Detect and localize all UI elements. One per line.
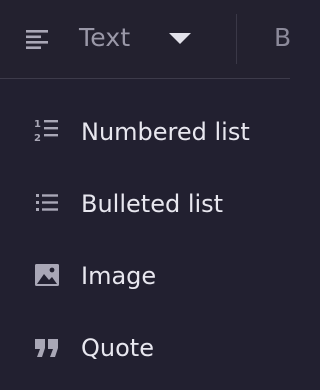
menu-item-label: Quote — [81, 334, 154, 362]
menu-item-quote[interactable]: Quote — [0, 312, 290, 384]
caret-down-icon — [168, 32, 192, 46]
menu-item-label: Bulleted list — [81, 190, 224, 218]
block-type-menu: 1 2 Numbered list Bulleted list Image Qu… — [0, 79, 290, 390]
block-type-selected-label: Text — [79, 23, 131, 52]
quote-icon — [33, 333, 63, 363]
editor-toolbar: Text B — [0, 0, 290, 78]
block-type-dropdown[interactable]: Text — [0, 0, 210, 78]
menu-item-label: Numbered list — [81, 118, 250, 146]
numbered-list-icon: 1 2 — [33, 117, 63, 147]
menu-item-image[interactable]: Image — [0, 240, 290, 312]
menu-item-numbered-list[interactable]: 1 2 Numbered list — [0, 96, 290, 168]
svg-text:1: 1 — [34, 119, 41, 130]
toolbar-separator — [236, 14, 237, 64]
svg-text:2: 2 — [34, 133, 41, 144]
menu-item-bulleted-list[interactable]: Bulleted list — [0, 168, 290, 240]
paragraph-text-icon — [26, 29, 50, 49]
image-icon — [33, 261, 63, 291]
bold-button-partial[interactable]: B — [274, 22, 290, 54]
block-type-menu-panel: Text B 1 2 Numbered list Bulleted list I… — [0, 0, 290, 390]
menu-item-label: Image — [81, 262, 157, 290]
bulleted-list-icon — [33, 189, 63, 219]
